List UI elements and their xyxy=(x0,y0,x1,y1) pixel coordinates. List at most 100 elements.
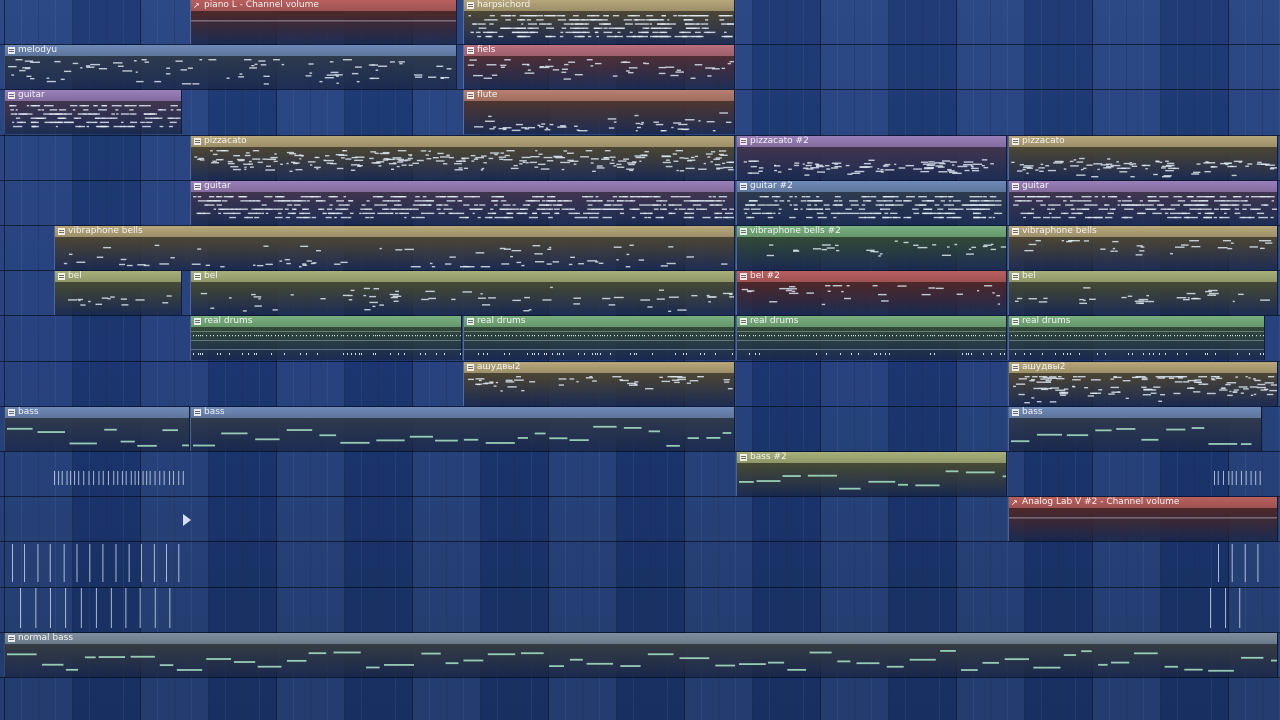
pattern-icon[interactable] xyxy=(740,273,747,280)
pattern-icon[interactable] xyxy=(8,92,15,99)
pattern-icon[interactable] xyxy=(467,47,474,54)
clip-header[interactable]: pizzacato xyxy=(191,136,734,147)
clip-body xyxy=(1009,192,1277,225)
automation-icon[interactable]: ↗ xyxy=(193,1,201,10)
pattern-clip[interactable]: fiels xyxy=(463,45,735,89)
pattern-clip[interactable]: guitar xyxy=(1008,181,1278,225)
pattern-icon[interactable] xyxy=(467,318,474,325)
pattern-icon[interactable] xyxy=(740,183,747,190)
pattern-clip[interactable]: real drums xyxy=(463,316,735,360)
automation-clip[interactable]: ↗ Analog Lab V #2 - Channel volume xyxy=(1008,497,1278,541)
clip-header[interactable]: guitar xyxy=(5,90,181,101)
clip-header[interactable]: normal bass xyxy=(5,633,1277,644)
pattern-clip[interactable]: ашудвы2 xyxy=(1008,362,1278,406)
clip-header[interactable]: bel xyxy=(191,271,734,282)
pattern-clip[interactable]: bel xyxy=(190,271,735,315)
clip-header[interactable]: bass xyxy=(191,407,734,418)
note-mark xyxy=(1061,240,1064,242)
pattern-icon[interactable] xyxy=(1012,183,1019,190)
pattern-clip[interactable]: bass xyxy=(190,407,735,451)
pattern-icon[interactable] xyxy=(194,183,201,190)
pattern-icon[interactable] xyxy=(467,364,474,371)
clip-header[interactable]: guitar xyxy=(1009,181,1277,192)
clip-header[interactable]: pizzacato #2 xyxy=(737,136,1006,147)
pattern-clip[interactable]: real drums xyxy=(190,316,462,360)
playlist-arrangement[interactable]: ↗ piano L - Channel volume harpsichord melo… xyxy=(0,0,1280,720)
clip-header[interactable]: pizzacato xyxy=(1009,136,1277,147)
pattern-clip[interactable]: pizzacato #2 xyxy=(736,136,1007,180)
pattern-clip[interactable]: guitar #2 xyxy=(736,181,1007,225)
pattern-icon[interactable] xyxy=(194,273,201,280)
pattern-icon[interactable] xyxy=(1012,138,1019,145)
pattern-clip[interactable]: pizzacato xyxy=(1008,136,1278,180)
pattern-clip[interactable]: vibraphone bells xyxy=(54,226,735,270)
pattern-clip[interactable]: bass xyxy=(1008,407,1262,451)
pattern-clip[interactable]: bel #2 xyxy=(736,271,1007,315)
clip-header[interactable]: harpsichord xyxy=(464,0,734,11)
pattern-icon[interactable] xyxy=(740,138,747,145)
clip-header[interactable]: melodyu xyxy=(5,45,456,56)
pattern-clip[interactable]: ашудвы2 xyxy=(463,362,735,406)
pattern-clip[interactable]: flute xyxy=(463,90,735,134)
note-mark xyxy=(457,212,465,215)
clip-header[interactable]: bass #2 xyxy=(737,452,1006,463)
pattern-clip[interactable]: guitar xyxy=(190,181,735,225)
pattern-icon[interactable] xyxy=(194,409,201,416)
clip-header[interactable]: bass xyxy=(1009,407,1261,418)
clip-header[interactable]: guitar #2 xyxy=(737,181,1006,192)
pattern-clip[interactable]: pizzacato xyxy=(190,136,735,180)
pattern-icon[interactable] xyxy=(8,409,15,416)
pattern-icon[interactable] xyxy=(467,92,474,99)
pattern-icon[interactable] xyxy=(1012,273,1019,280)
automation-clip[interactable]: ↗ piano L - Channel volume xyxy=(190,0,457,44)
clip-header[interactable]: vibraphone bells xyxy=(55,226,734,237)
clip-header[interactable]: ↗ piano L - Channel volume xyxy=(191,0,456,11)
pattern-icon[interactable] xyxy=(58,273,65,280)
clip-header[interactable]: ашудвы2 xyxy=(1009,362,1277,373)
clip-header[interactable]: flute xyxy=(464,90,734,101)
pattern-clip[interactable]: melodyu xyxy=(4,45,457,89)
pattern-icon[interactable] xyxy=(1012,409,1019,416)
clip-header[interactable]: bel xyxy=(55,271,181,282)
clip-header[interactable]: bel #2 xyxy=(737,271,1006,282)
pattern-icon[interactable] xyxy=(194,138,201,145)
clip-header[interactable]: bass xyxy=(5,407,189,418)
clip-header[interactable]: vibraphone bells #2 xyxy=(737,226,1006,237)
pattern-clip[interactable]: real drums xyxy=(1008,316,1265,360)
pattern-icon[interactable] xyxy=(1012,318,1019,325)
pattern-clip[interactable]: bel xyxy=(1008,271,1278,315)
pattern-icon[interactable] xyxy=(1012,228,1019,235)
clip-header[interactable]: real drums xyxy=(464,316,734,327)
clip-header[interactable]: bel xyxy=(1009,271,1277,282)
sample-marker-icon[interactable] xyxy=(183,514,191,526)
clip-header[interactable]: ↗ Analog Lab V #2 - Channel volume xyxy=(1009,497,1277,508)
automation-icon[interactable]: ↗ xyxy=(1011,498,1019,507)
clip-header[interactable]: real drums xyxy=(1009,316,1264,327)
clip-header[interactable]: vibraphone bells xyxy=(1009,226,1277,237)
pattern-icon[interactable] xyxy=(8,47,15,54)
pattern-icon[interactable] xyxy=(1012,364,1019,371)
clip-header[interactable]: guitar xyxy=(191,181,734,192)
pattern-icon[interactable] xyxy=(740,318,747,325)
drum-hit xyxy=(654,335,655,337)
pattern-clip[interactable]: guitar xyxy=(4,90,182,134)
pattern-icon[interactable] xyxy=(740,454,747,461)
pattern-clip[interactable]: harpsichord xyxy=(463,0,735,44)
pattern-icon[interactable] xyxy=(8,635,15,642)
pattern-icon[interactable] xyxy=(194,318,201,325)
pattern-icon[interactable] xyxy=(740,228,747,235)
pattern-clip[interactable]: real drums xyxy=(736,316,1007,360)
pattern-icon[interactable] xyxy=(467,2,474,9)
clip-header[interactable]: real drums xyxy=(191,316,461,327)
pattern-icon[interactable] xyxy=(58,228,65,235)
clip-header[interactable]: real drums xyxy=(737,316,1006,327)
pattern-clip[interactable]: bel xyxy=(54,271,182,315)
pattern-clip[interactable]: vibraphone bells #2 xyxy=(736,226,1007,270)
clip-header[interactable]: fiels xyxy=(464,45,734,56)
pattern-clip[interactable]: bass #2 xyxy=(736,452,1007,496)
pattern-clip[interactable]: normal bass xyxy=(4,633,1278,677)
note-mark xyxy=(264,196,273,198)
pattern-clip[interactable]: vibraphone bells xyxy=(1008,226,1278,270)
clip-header[interactable]: ашудвы2 xyxy=(464,362,734,373)
pattern-clip[interactable]: bass xyxy=(4,407,190,451)
